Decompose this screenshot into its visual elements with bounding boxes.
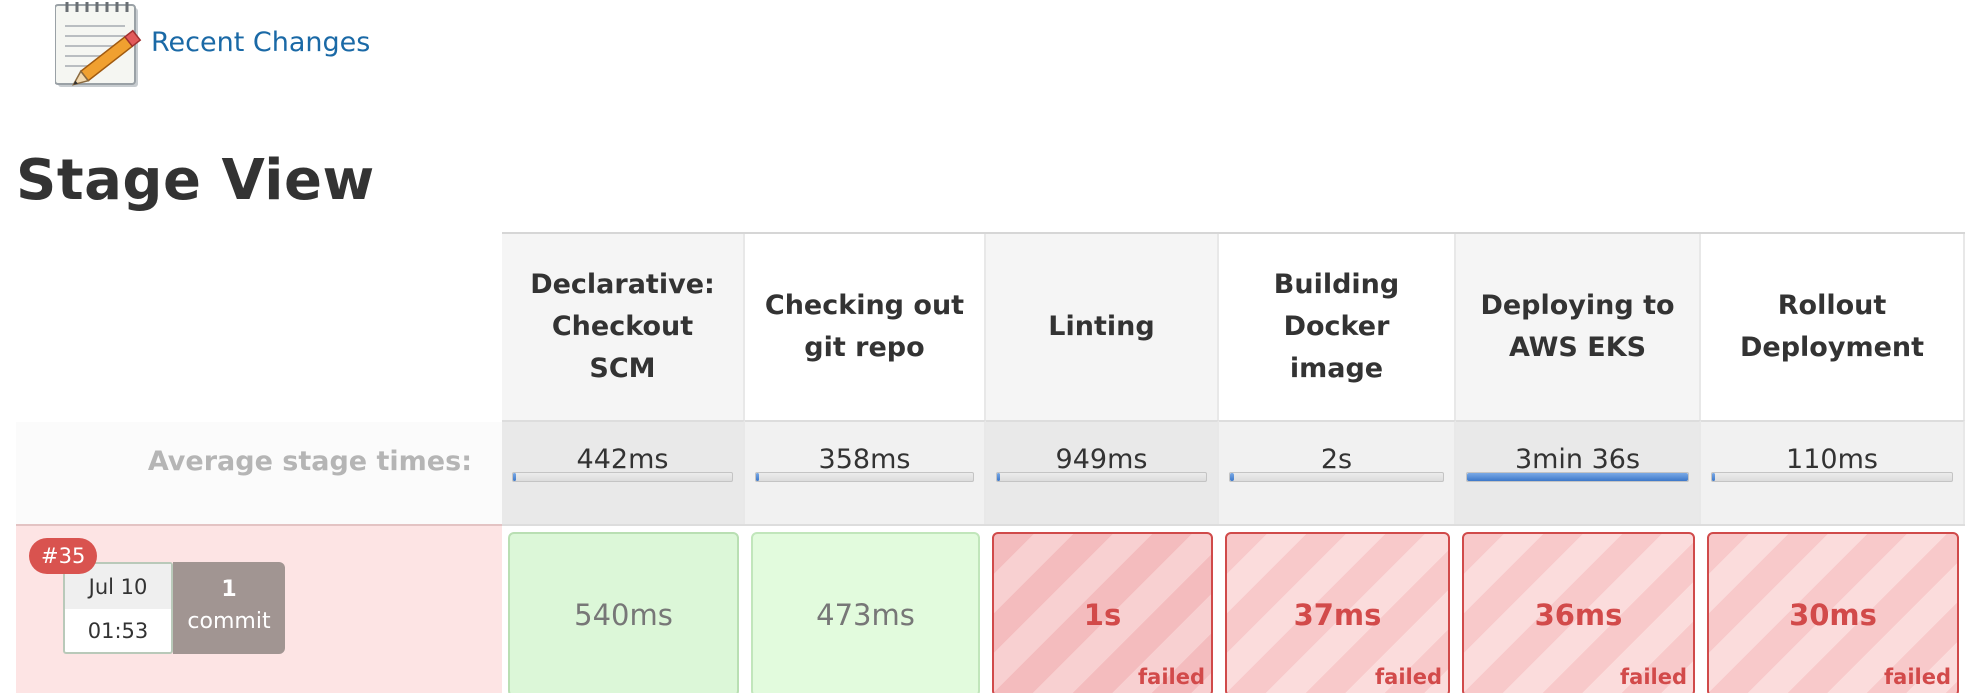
stage-avg-time: 110ms — [1701, 420, 1965, 524]
avg-label-cell: Average stage times: — [16, 420, 502, 524]
stage-avg-progress-fill — [756, 473, 759, 481]
stage-run-cell-failed[interactable]: 37ms failed — [1225, 532, 1450, 693]
notepad-pencil-icon[interactable] — [54, 0, 147, 90]
stage-avg-value: 358ms — [818, 444, 911, 475]
failed-label: failed — [1375, 665, 1442, 689]
stage-header-line: Declarative: — [530, 269, 715, 300]
stage-run-duration: 473ms — [816, 597, 915, 632]
failed-label: failed — [1138, 665, 1205, 689]
stage-column: Checking out git repo 358ms 473ms — [745, 232, 986, 693]
stage-avg-time: 3min 36s — [1456, 420, 1701, 524]
recent-changes[interactable]: Recent Changes — [54, 0, 370, 90]
stage-run-cell-failed[interactable]: 30ms failed — [1707, 532, 1959, 693]
stage-header-line: Deploying to — [1480, 290, 1675, 321]
stage-run-cell-area: 37ms failed — [1219, 524, 1456, 693]
build-number-badge[interactable]: #35 — [29, 538, 98, 574]
stage-avg-progress-bar — [755, 472, 974, 482]
stage-avg-value: 110ms — [1786, 444, 1878, 475]
stage-avg-time: 358ms — [745, 420, 986, 524]
stage-header-line: Checkout — [551, 311, 694, 342]
stage-run-cell-area: 1s failed — [986, 524, 1219, 693]
stage-run-cell-success[interactable]: 473ms — [751, 532, 980, 693]
stage-run-cell-failed[interactable]: 36ms failed — [1462, 532, 1695, 693]
stage-column: Rollout Deployment 110ms 30ms failed — [1701, 232, 1965, 693]
stage-avg-value: 3min 36s — [1514, 444, 1641, 475]
stage-avg-time: 2s — [1219, 420, 1456, 524]
stage-header-line: Checking out — [764, 290, 965, 321]
build-date-time: 01:53 — [87, 619, 149, 643]
stage-run-cell-failed[interactable]: 1s failed — [992, 532, 1213, 693]
stage-header: Declarative: Checkout SCM — [502, 234, 745, 420]
stage-column: Deploying to AWS EKS 3min 36s 36ms failed — [1456, 232, 1701, 693]
stage-avg-progress-bar — [1229, 472, 1444, 482]
stage-run-cell-area: 36ms failed — [1456, 524, 1701, 693]
stage-run-cell-success[interactable]: 540ms — [508, 532, 739, 693]
stage-header: Rollout Deployment — [1701, 234, 1965, 420]
stage-header-line: image — [1289, 353, 1384, 384]
stage-avg-progress-bar — [512, 472, 733, 482]
stage-avg-value: 949ms — [1055, 444, 1148, 475]
recent-changes-link[interactable]: Recent Changes — [151, 27, 370, 58]
commit-count-button[interactable]: 1 commit — [173, 562, 285, 654]
stage-run-cell-area: 540ms — [502, 524, 745, 693]
stage-header-line: AWS EKS — [1508, 332, 1647, 363]
stage-run-cell-area: 473ms — [745, 524, 986, 693]
stage-header-line: git repo — [804, 332, 925, 363]
stage-header-line: Building — [1273, 269, 1400, 300]
stage-avg-value: 442ms — [576, 444, 669, 475]
stage-header-line: SCM — [589, 353, 656, 384]
stage-header: Building Docker image — [1219, 234, 1456, 420]
stage-avg-time: 949ms — [986, 420, 1219, 524]
stage-header: Deploying to AWS EKS — [1456, 234, 1701, 420]
stage-header: Linting — [986, 234, 1219, 420]
failed-label: failed — [1884, 665, 1951, 689]
stage-column: Building Docker image 2s 37ms failed — [1219, 232, 1456, 693]
build-row-35[interactable]: #35 Jul 10 01:53 1 commit — [16, 524, 502, 693]
stage-run-duration: 36ms — [1534, 597, 1623, 632]
stage-avg-value: 2s — [1320, 444, 1353, 475]
commit-label: commit — [187, 609, 271, 634]
commit-count: 1 — [221, 577, 237, 602]
stage-view-table: Average stage times: #35 Jul 10 01:53 1 … — [16, 232, 1965, 693]
page-title: Stage View — [16, 148, 375, 213]
stage-avg-progress-bar — [996, 472, 1207, 482]
stage-avg-progress-fill — [1712, 473, 1715, 481]
build-date: Jul 10 01:53 — [63, 562, 173, 654]
stage-avg-progress-fill — [997, 473, 1000, 481]
stage-run-duration: 37ms — [1293, 597, 1382, 632]
stage-run-duration: 540ms — [574, 597, 673, 632]
stage-avg-progress-bar — [1711, 472, 1953, 482]
stage-avg-progress-bar — [1466, 472, 1689, 482]
stage-run-duration: 1s — [1083, 597, 1122, 632]
stage-avg-progress-fill — [1230, 473, 1235, 481]
stage-header-line: Deployment — [1739, 332, 1925, 363]
stage-header-line: Linting — [1048, 311, 1155, 342]
stage-header-line: Docker — [1283, 311, 1390, 342]
stage-run-cell-area: 30ms failed — [1701, 524, 1965, 693]
avg-stage-times-label: Average stage times: — [147, 446, 472, 477]
failed-label: failed — [1620, 665, 1687, 689]
stage-column: Declarative: Checkout SCM 442ms 540ms — [502, 232, 745, 693]
stage-avg-time: 442ms — [502, 420, 745, 524]
stage-avg-progress-fill — [513, 473, 516, 481]
stage-header-line: Rollout — [1777, 290, 1887, 321]
stage-avg-progress-fill — [1467, 473, 1688, 481]
stage-header: Checking out git repo — [745, 234, 986, 420]
stage-column: Linting 949ms 1s failed — [986, 232, 1219, 693]
stage-run-duration: 30ms — [1789, 597, 1877, 632]
